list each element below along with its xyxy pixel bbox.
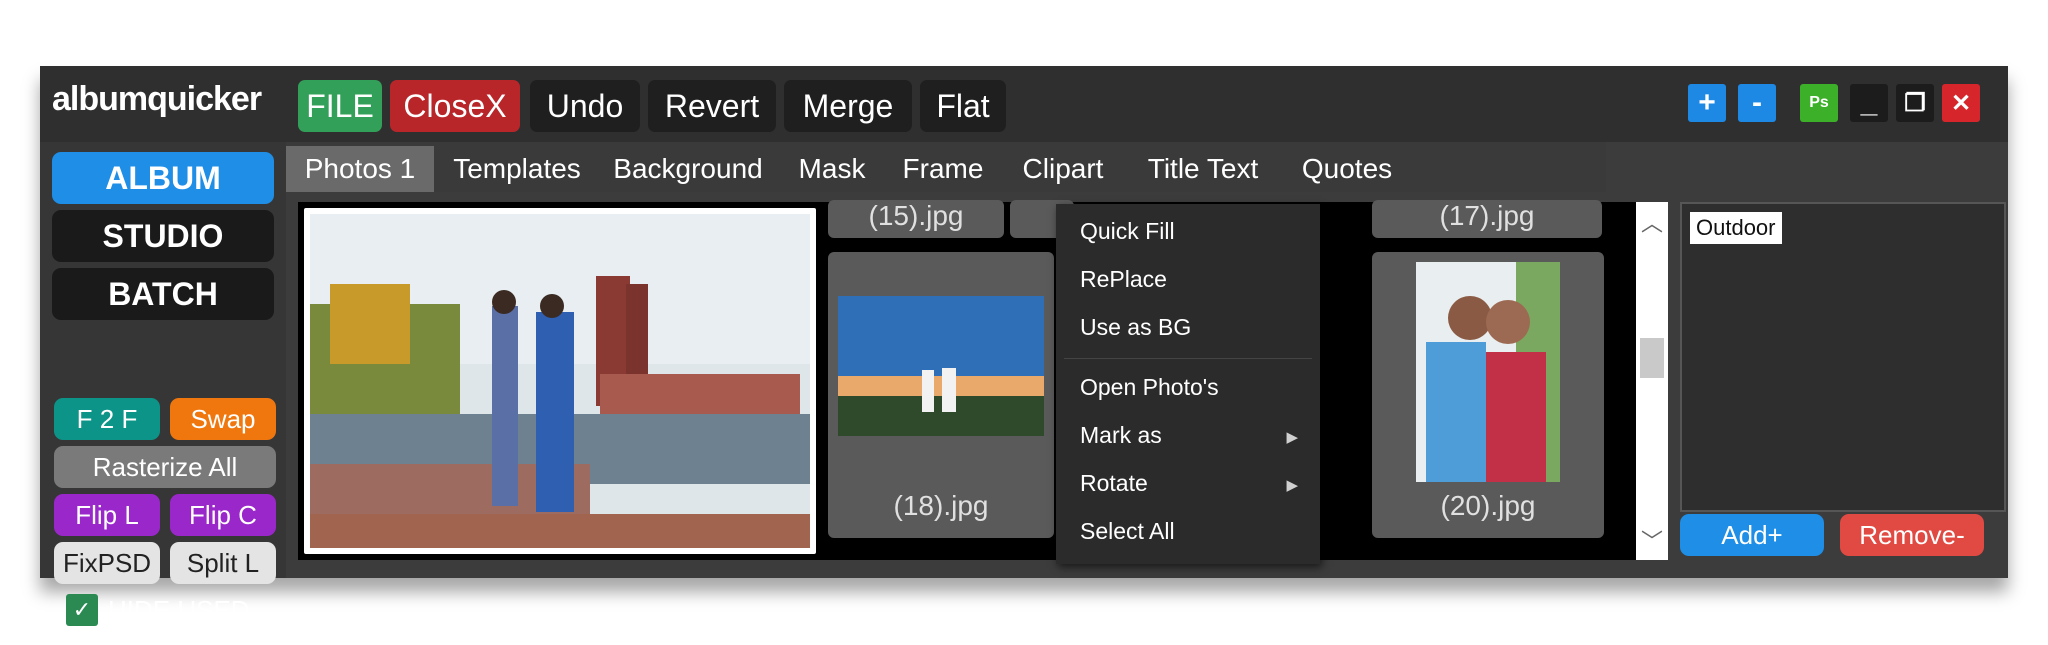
sidebar: ALBUM STUDIO BATCH F 2 F Swap Rasterize … [40,142,286,626]
hide-used-checkbox[interactable]: ✓ HIDE USED [66,594,250,626]
thumbnail-18[interactable]: (18).jpg [828,252,1054,538]
thumbnail-15-label: (15).jpg [868,200,964,231]
f2f-button[interactable]: F 2 F [54,398,160,440]
minimize-icon[interactable]: _ [1850,84,1888,122]
tab-background[interactable]: Background [604,146,772,192]
tab-templates[interactable]: Templates [442,146,592,192]
tab-frame[interactable]: Frame [890,146,996,192]
menu-separator [1064,358,1312,359]
undo-button[interactable]: Undo [530,80,640,132]
couple-waterfront-photo [310,214,810,548]
merge-button[interactable]: Merge [784,80,912,132]
submenu-arrow-icon: ▶ [1286,477,1298,494]
add-tag-button[interactable]: Add+ [1680,514,1824,556]
top-toolbar: albumquicker FILE CloseX Undo Revert Mer… [40,66,2008,142]
zoom-out-button[interactable]: - [1738,84,1776,122]
fixpsd-button[interactable]: FixPSD [54,542,160,584]
thumbnail-20[interactable]: (20).jpg [1372,252,1604,538]
tag-item-outdoor[interactable]: Outdoor [1690,212,1782,244]
menu-item-quick-fill[interactable]: Quick Fill [1080,218,1175,245]
restore-icon[interactable]: ❐ [1896,84,1934,122]
scroll-down-icon[interactable]: ﹀ [1636,524,1668,556]
photoshop-icon[interactable]: Ps [1800,84,1838,122]
tab-title-text[interactable]: Title Text [1128,146,1278,192]
scroll-thumb[interactable] [1640,338,1664,378]
thumbnail-grid: (15).jpg (17).jpg (18).jpg (20).jpg [298,200,1636,560]
couple-portrait-photo [1416,262,1560,482]
swap-button[interactable]: Swap [170,398,276,440]
grid-scrollbar[interactable]: ︿ ﹀ [1636,202,1668,560]
app-logo: albumquicker [52,80,262,118]
album-mode-button[interactable]: ALBUM [52,152,274,204]
submenu-arrow-icon: ▶ [1286,429,1298,446]
thumbnail-15[interactable]: (15).jpg [828,200,1004,238]
menu-item-open-photos[interactable]: Open Photo's [1080,374,1219,401]
flat-button[interactable]: Flat [920,80,1006,132]
close-window-icon[interactable]: ✕ [1942,84,1980,122]
tab-bar: Photos 1 Templates Background Mask Frame… [286,142,1606,192]
selected-photo-thumbnail[interactable] [304,208,816,554]
menu-item-use-as-bg[interactable]: Use as BG [1080,314,1191,341]
tab-quotes[interactable]: Quotes [1290,146,1404,192]
tab-mask[interactable]: Mask [784,146,880,192]
menu-item-rotate[interactable]: Rotate [1080,470,1148,497]
menu-item-replace[interactable]: RePlace [1080,266,1167,293]
zoom-in-button[interactable]: + [1688,84,1726,122]
file-button[interactable]: FILE [298,80,382,132]
rasterize-all-button[interactable]: Rasterize All [54,446,276,488]
remove-tag-button[interactable]: Remove- [1840,514,1984,556]
tab-clipart[interactable]: Clipart [1008,146,1118,192]
flip-c-button[interactable]: Flip C [170,494,276,536]
thumbnail-20-label: (20).jpg [1440,490,1536,521]
sunset-couple-photo [838,296,1044,436]
thumbnail-17[interactable]: (17).jpg [1372,200,1602,238]
scroll-up-icon[interactable]: ︿ [1636,206,1668,238]
thumbnail-18-label: (18).jpg [893,490,989,521]
revert-button[interactable]: Revert [648,80,776,132]
close-button[interactable]: CloseX [390,80,520,132]
checkmark-icon: ✓ [66,594,98,626]
menu-item-select-all[interactable]: Select All [1080,518,1175,545]
split-l-button[interactable]: Split L [170,542,276,584]
context-menu: Quick Fill RePlace Use as BG Open Photo'… [1056,204,1320,564]
flip-l-button[interactable]: Flip L [54,494,160,536]
studio-mode-button[interactable]: STUDIO [52,210,274,262]
hide-used-label: HIDE USED [108,594,250,625]
menu-item-mark-as[interactable]: Mark as [1080,422,1162,449]
app-window: albumquicker FILE CloseX Undo Revert Mer… [40,66,2008,626]
tab-photos-1[interactable]: Photos 1 [286,146,434,192]
batch-mode-button[interactable]: BATCH [52,268,274,320]
tag-list-panel: Outdoor [1680,202,2006,512]
thumbnail-17-label: (17).jpg [1439,200,1535,231]
